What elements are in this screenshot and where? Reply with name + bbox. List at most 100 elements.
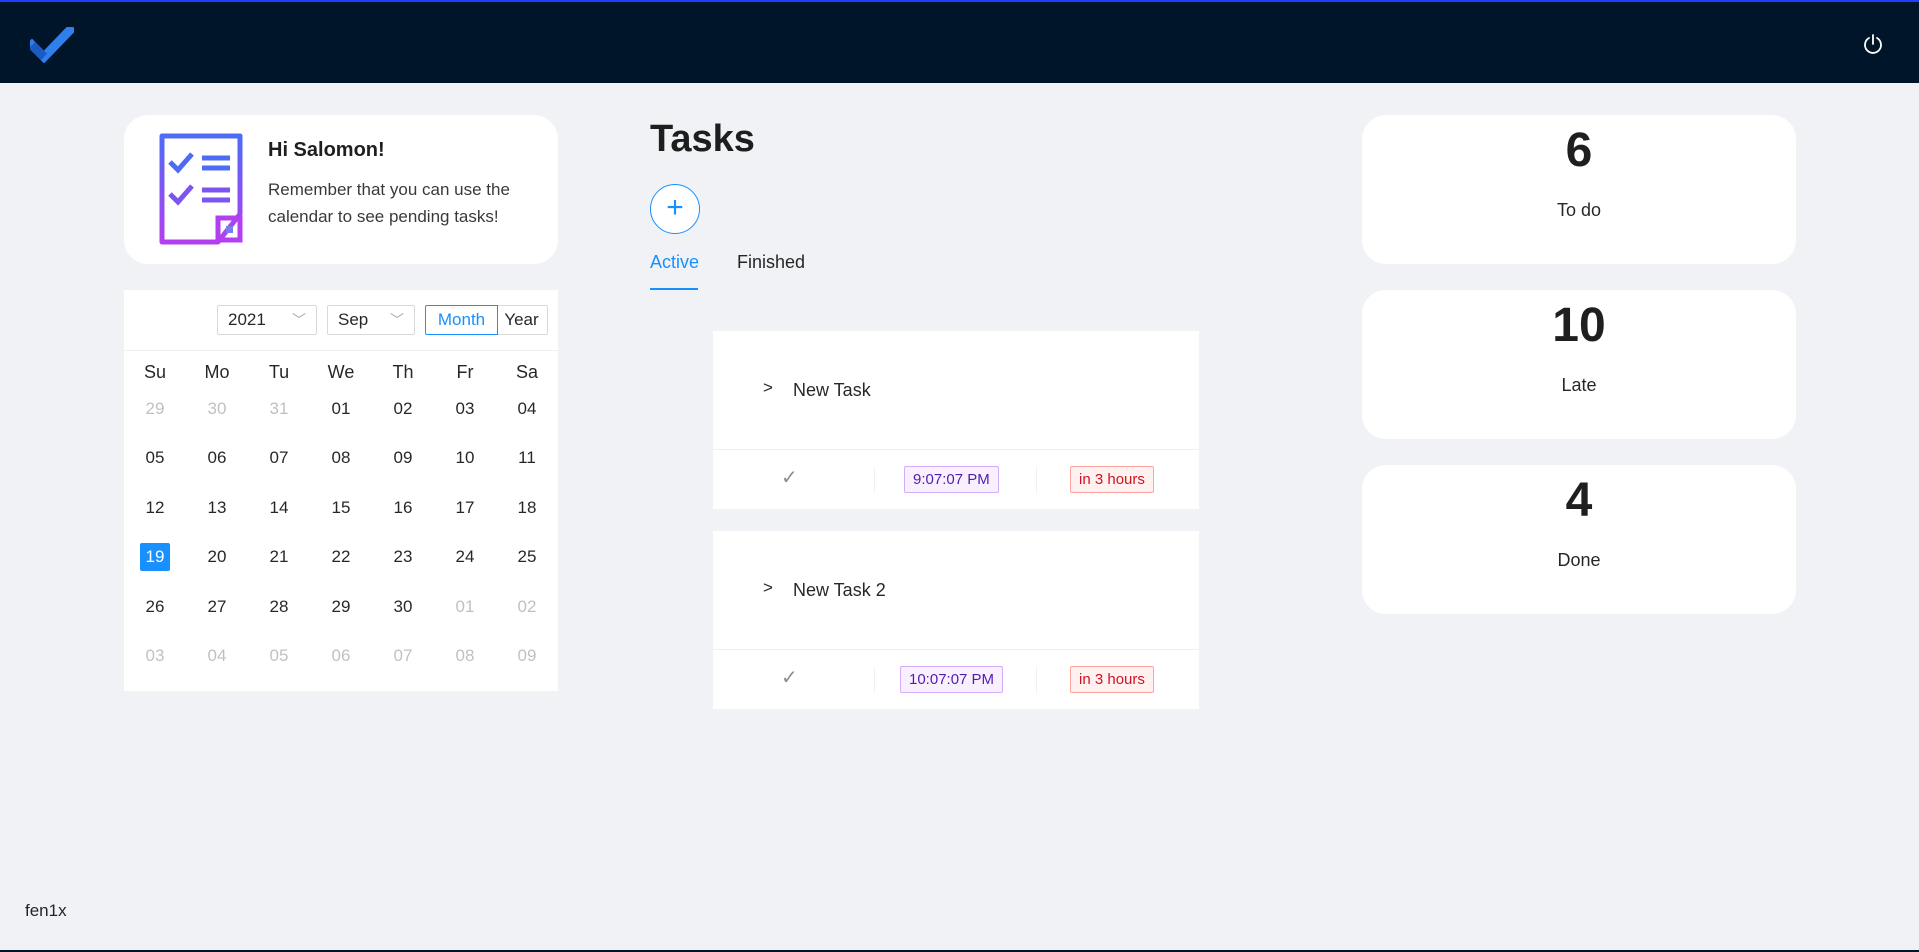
- calendar-day[interactable]: 01: [326, 395, 356, 423]
- greeting-text: Remember that you can use the calendar t…: [268, 180, 510, 226]
- stat-label: To do: [1556, 200, 1602, 220]
- calendar-day[interactable]: 22: [326, 543, 356, 571]
- weekday-label: Mo: [204, 362, 230, 382]
- task-time-tag: 9:07:07 PM: [904, 466, 999, 493]
- mode-year-button[interactable]: Year: [496, 305, 548, 335]
- month-select[interactable]: Sep ﹀: [327, 305, 415, 335]
- calendar-day[interactable]: 15: [326, 494, 356, 522]
- stat-value: 10: [1552, 299, 1606, 352]
- plus-icon: +: [666, 191, 684, 224]
- calendar-day[interactable]: 10: [450, 444, 480, 472]
- calendar-day[interactable]: 18: [512, 494, 542, 522]
- calendar-day[interactable]: 27: [202, 593, 232, 621]
- calendar-day[interactable]: 13: [202, 494, 232, 522]
- calendar-day[interactable]: 21: [264, 543, 294, 571]
- task-due-tag: in 3 hours: [1070, 466, 1154, 493]
- calendar-day[interactable]: 25: [512, 543, 542, 571]
- divider: [1036, 467, 1037, 493]
- add-task-button[interactable]: +: [650, 184, 700, 234]
- complete-check-icon[interactable]: ✓: [781, 465, 798, 490]
- calendar-day[interactable]: 01: [450, 593, 480, 621]
- calendar-day[interactable]: 02: [512, 593, 542, 621]
- mode-month-button[interactable]: Month: [425, 305, 498, 335]
- checkmark-logo-icon[interactable]: [30, 27, 74, 63]
- calendar-day[interactable]: 14: [264, 494, 294, 522]
- calendar-header: 2021 ﹀ Sep ﹀ Month Year: [124, 290, 558, 351]
- calendar-day[interactable]: 19: [140, 543, 170, 571]
- stat-card-done: 4 Done: [1362, 465, 1796, 614]
- stat-label: Done: [1557, 550, 1601, 570]
- stat-value: 4: [1565, 474, 1593, 527]
- calendar-day[interactable]: 31: [264, 395, 294, 423]
- footer-text: fen1x: [25, 901, 67, 920]
- tab-active[interactable]: Active: [650, 252, 699, 273]
- task-name: New Task 2: [793, 580, 886, 600]
- calendar-day[interactable]: 29: [140, 395, 170, 423]
- calendar-day[interactable]: 16: [388, 494, 418, 522]
- greeting-card: Hi Salomon! Remember that you can use th…: [124, 115, 558, 264]
- calendar-day[interactable]: 09: [388, 444, 418, 472]
- checklist-icon: [159, 133, 243, 245]
- year-value: 2021: [228, 310, 266, 329]
- task-header[interactable]: > New Task: [713, 331, 1199, 450]
- calendar: 2021 ﹀ Sep ﹀ Month Year Su Mo Tu We Th Fr Sa 2…: [124, 290, 558, 691]
- divider: [874, 467, 875, 493]
- page-title: Tasks: [650, 118, 755, 160]
- calendar-day[interactable]: 23: [388, 543, 418, 571]
- calendar-day[interactable]: 08: [326, 444, 356, 472]
- calendar-day[interactable]: 08: [450, 642, 480, 670]
- task-name: New Task: [793, 380, 871, 400]
- month-value: Sep: [338, 310, 369, 329]
- stat-value: 6: [1565, 124, 1593, 177]
- active-tab-indicator: [650, 288, 698, 290]
- weekday-label: Th: [392, 362, 414, 382]
- calendar-day[interactable]: 06: [326, 642, 356, 670]
- calendar-day[interactable]: 04: [202, 642, 232, 670]
- calendar-day[interactable]: 28: [264, 593, 294, 621]
- calendar-day[interactable]: 30: [202, 395, 232, 423]
- task-actions: ✓ 10:07:07 PM in 3 hours: [713, 650, 1199, 709]
- chevron-down-icon: ﹀: [390, 312, 404, 328]
- calendar-day[interactable]: 03: [450, 395, 480, 423]
- calendar-day[interactable]: 05: [140, 444, 170, 472]
- chevron-right-icon[interactable]: >: [763, 378, 773, 398]
- weekday-label: Fr: [456, 362, 474, 382]
- weekday-label: Su: [143, 362, 167, 382]
- calendar-day[interactable]: 17: [450, 494, 480, 522]
- chevron-right-icon[interactable]: >: [763, 578, 773, 598]
- stat-card-todo: 6 To do: [1362, 115, 1796, 264]
- calendar-day[interactable]: 05: [264, 642, 294, 670]
- task-header[interactable]: > New Task 2: [713, 531, 1199, 650]
- calendar-day[interactable]: 20: [202, 543, 232, 571]
- top-header: [0, 0, 1919, 83]
- calendar-day[interactable]: 02: [388, 395, 418, 423]
- year-select[interactable]: 2021 ﹀: [217, 305, 317, 335]
- calendar-day[interactable]: 04: [512, 395, 542, 423]
- calendar-day[interactable]: 24: [450, 543, 480, 571]
- calendar-day[interactable]: 29: [326, 593, 356, 621]
- calendar-day[interactable]: 07: [388, 642, 418, 670]
- power-icon[interactable]: [1862, 33, 1884, 55]
- divider: [874, 667, 875, 693]
- calendar-day[interactable]: 06: [202, 444, 232, 472]
- stat-card-late: 10 Late: [1362, 290, 1796, 439]
- task-card: > New Task ✓ 9:07:07 PM in 3 hours: [713, 331, 1199, 509]
- stat-label: Late: [1561, 375, 1597, 395]
- tab-finished[interactable]: Finished: [737, 252, 805, 273]
- weekday-row: Su Mo Tu We Th Fr Sa: [124, 362, 558, 386]
- chevron-down-icon: ﹀: [292, 312, 306, 328]
- calendar-day[interactable]: 03: [140, 642, 170, 670]
- divider: [1036, 667, 1037, 693]
- calendar-day[interactable]: 11: [512, 444, 542, 472]
- weekday-label: Tu: [268, 362, 290, 382]
- calendar-day[interactable]: 07: [264, 444, 294, 472]
- weekday-label: Sa: [515, 362, 539, 382]
- calendar-day[interactable]: 09: [512, 642, 542, 670]
- complete-check-icon[interactable]: ✓: [781, 665, 798, 690]
- task-actions: ✓ 9:07:07 PM in 3 hours: [713, 450, 1199, 509]
- task-time-tag: 10:07:07 PM: [900, 666, 1004, 693]
- calendar-day[interactable]: 26: [140, 593, 170, 621]
- calendar-day[interactable]: 12: [140, 494, 170, 522]
- task-due-tag: in 3 hours: [1070, 666, 1154, 693]
- calendar-day[interactable]: 30: [388, 593, 418, 621]
